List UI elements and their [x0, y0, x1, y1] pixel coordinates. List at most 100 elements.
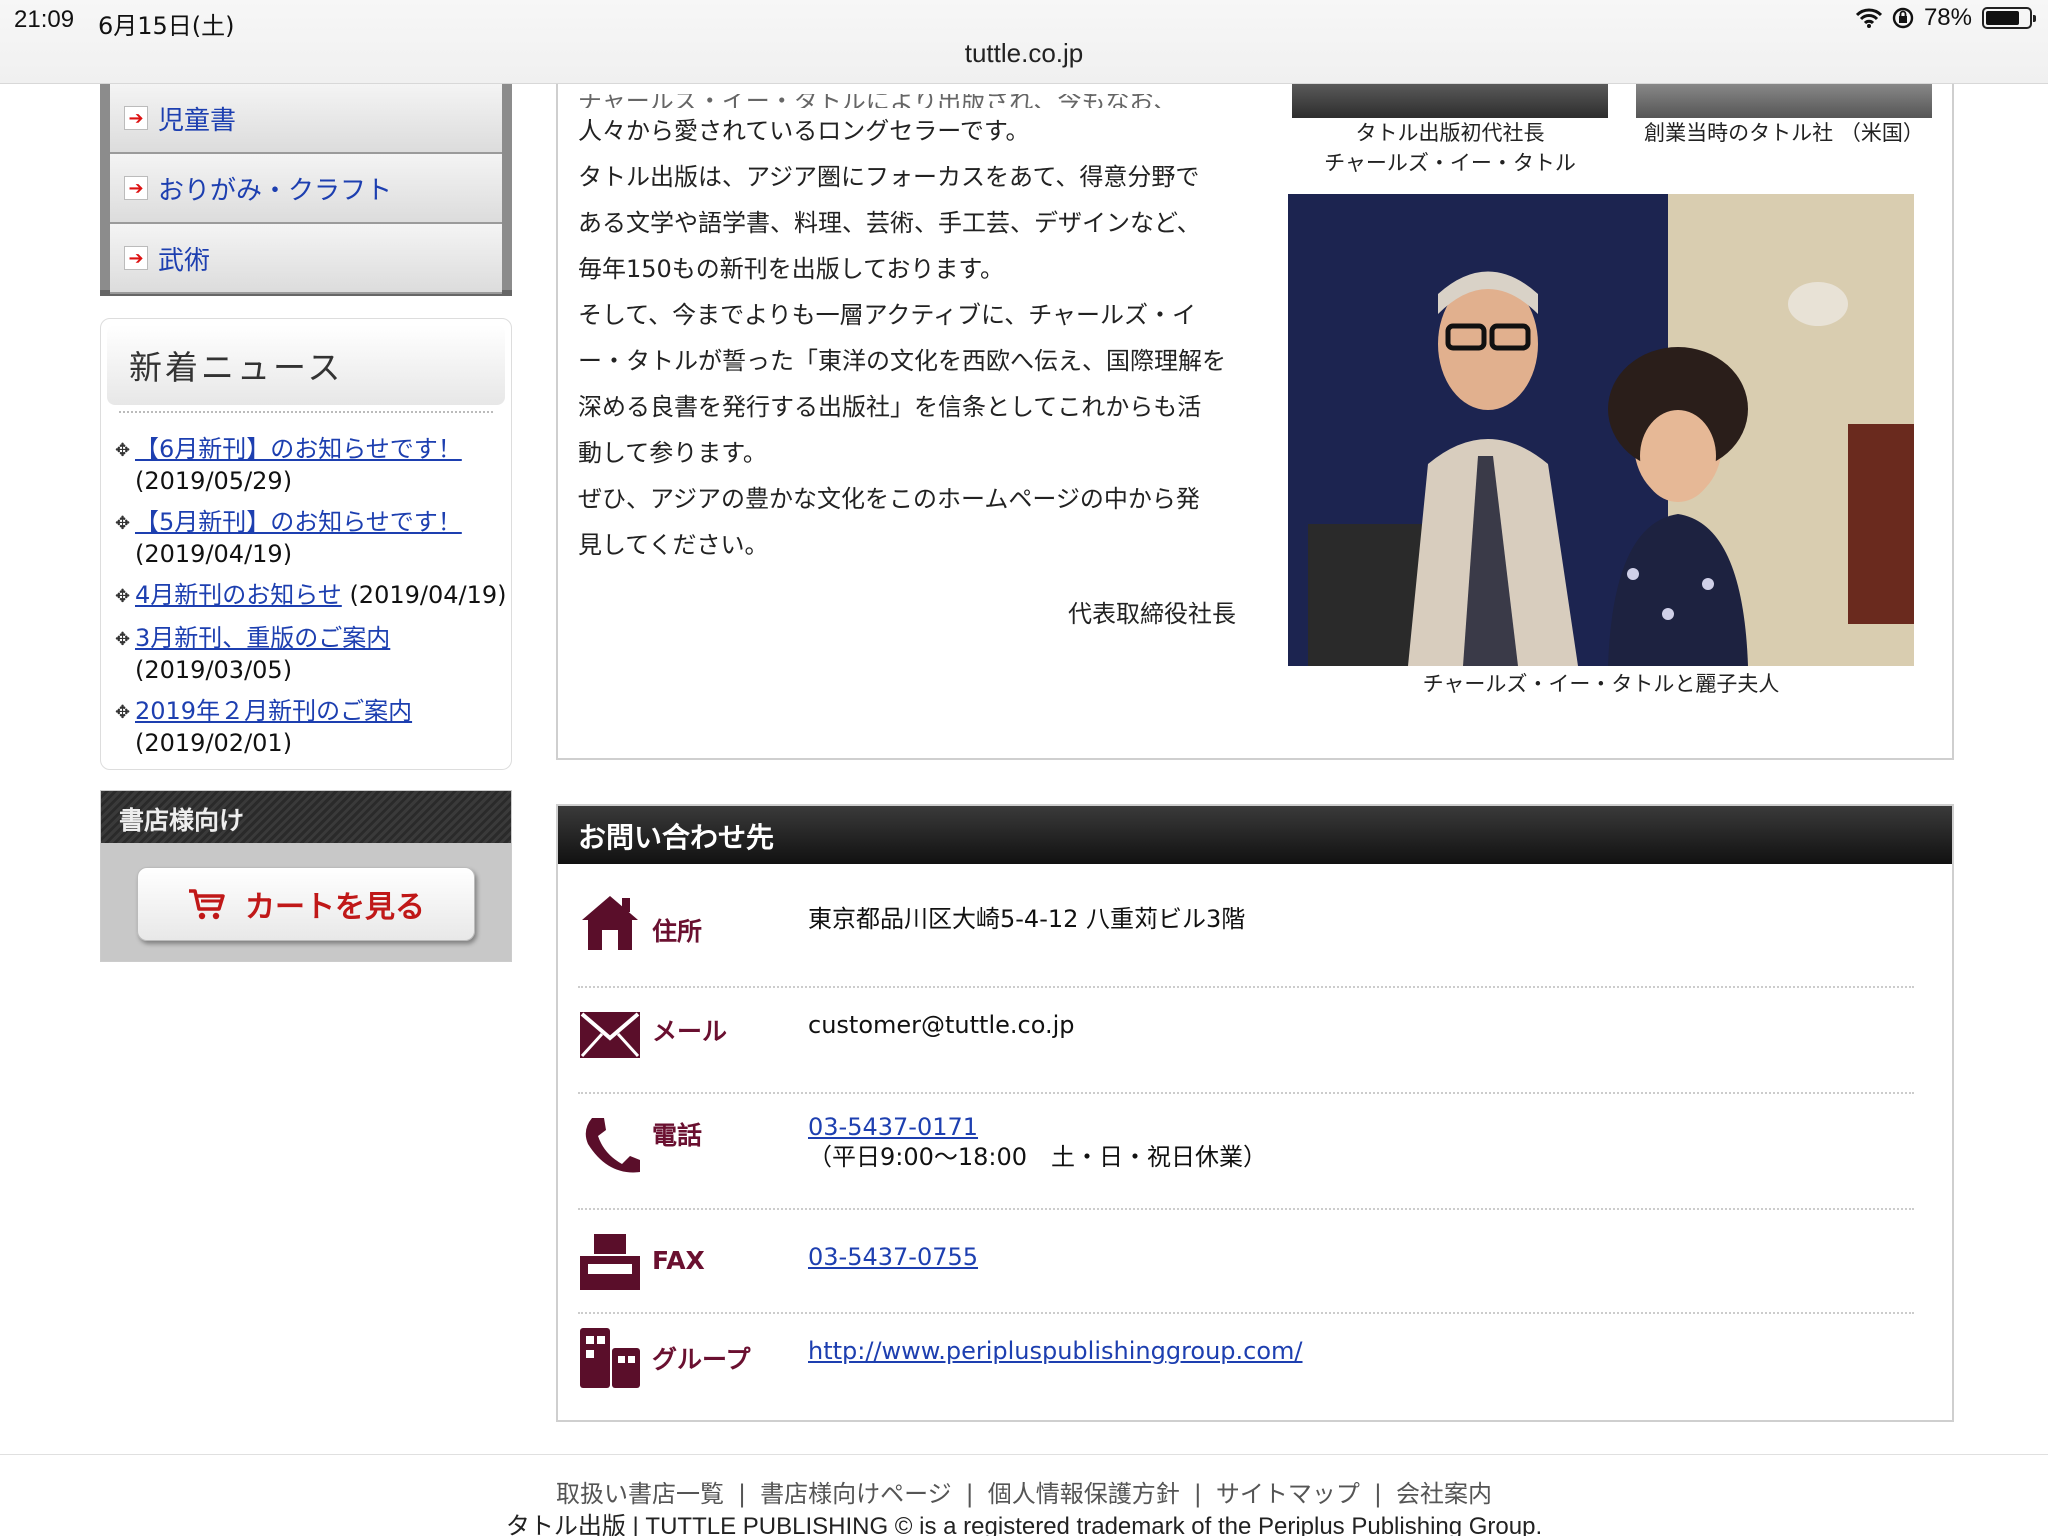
- news-link[interactable]: 4月新刊のお知らせ: [135, 581, 342, 609]
- news-item: ✥ 【6月新刊】のお知らせです！ (2019/05/29): [115, 433, 507, 497]
- arrow-right-icon: ➔: [124, 176, 148, 200]
- photo-caption-founder: タトル出版初代社長 チャールズ・イー・タトル: [1292, 118, 1608, 178]
- footer-copyright: タトル出版 | TUTTLE PUBLISHING © is a registe…: [505, 1513, 1543, 1536]
- menu-item-origami-craft[interactable]: ➔ おりがみ・クラフト: [110, 154, 502, 224]
- view-cart-label: カートを見る: [245, 890, 425, 925]
- bullet-icon: ✥: [115, 440, 131, 461]
- message-line: ある文学や語学書、料理、芸術、手工芸、デザインなど、: [578, 209, 1201, 237]
- contact-label: 電話: [652, 1121, 703, 1150]
- battery-percent: 78%: [1923, 4, 1972, 31]
- contact-label: 住所: [652, 917, 703, 946]
- house-icon: [582, 896, 638, 950]
- bullet-icon: ✥: [115, 586, 131, 607]
- status-right: 78%: [1855, 4, 2036, 32]
- message-panel: チャールズ・イー・タトルにより出版され、今もなお、 人々から愛されているロングセ…: [556, 84, 1954, 760]
- news-link[interactable]: 2019年２月新刊のご案内: [135, 697, 412, 725]
- bullet-icon: ✥: [115, 513, 131, 534]
- bookstore-title: 書店様向け: [101, 791, 511, 843]
- bullet-icon: ✥: [115, 702, 131, 723]
- footer-link-sitemap[interactable]: サイトマップ: [1216, 1480, 1360, 1508]
- menu-link[interactable]: 武術: [158, 240, 210, 277]
- contact-panel: お問い合わせ先 住所 東京都品川区大崎5-4-12 八重苅ビル3階 メール cu…: [556, 804, 1954, 1422]
- url-bar[interactable]: tuttle.co.jp: [0, 38, 2048, 69]
- bullet-icon: ✥: [115, 629, 131, 650]
- cart-icon: [189, 889, 225, 920]
- footer-sep: |: [1193, 1480, 1202, 1508]
- message-line: ぜひ、アジアの豊かな文化をこのホームページの中から発: [578, 485, 1200, 513]
- caption-line: タトル出版初代社長: [1355, 121, 1545, 145]
- status-date: 6月15日(土): [98, 12, 235, 40]
- footer-link-company[interactable]: 会社案内: [1396, 1480, 1492, 1508]
- caption-line: チャールズ・イー・タトル: [1324, 151, 1576, 175]
- news-list: ✥ 【6月新刊】のお知らせです！ (2019/05/29) ✥ 【5月新刊】のお知…: [101, 413, 511, 759]
- battery-icon: [1982, 7, 2036, 29]
- news-item: ✥ 2019年２月新刊のご案内 (2019/02/01): [115, 695, 507, 759]
- contact-value[interactable]: customer@tuttle.co.jp: [808, 1010, 1075, 1040]
- news-date: (2019/05/29): [135, 467, 293, 495]
- status-bar: 21:09 6月15日(土) 78% tuttle.co.jp: [0, 0, 2048, 84]
- arrow-right-icon: ➔: [124, 246, 148, 270]
- news-date: (2019/04/19): [349, 581, 507, 609]
- battery-fill: [1986, 11, 2019, 25]
- contact-row-fax: FAX 03-5437-0755: [578, 1210, 1914, 1314]
- signature: 代表取締役社長: [1068, 600, 1236, 628]
- wifi-icon: [1855, 8, 1882, 28]
- contact-label: グループ: [652, 1345, 751, 1374]
- contact-row-mail: メール customer@tuttle.co.jp: [578, 988, 1914, 1094]
- news-link[interactable]: 【6月新刊】のお知らせです！: [135, 435, 462, 463]
- fax-icon: [580, 1234, 640, 1290]
- contact-label: FAX: [652, 1246, 705, 1275]
- message-line: 人々から愛されているロングセラーです。: [578, 117, 1030, 145]
- status-time: 21:09: [14, 6, 75, 33]
- menu-item-martial-arts[interactable]: ➔ 武術: [110, 224, 502, 294]
- contact-row-group: グループ http://www.periplus​publishinggroup…: [578, 1314, 1914, 1414]
- footer-sep: |: [965, 1480, 974, 1508]
- bookstore-panel: 書店様向け カートを見る: [100, 790, 512, 962]
- contact-value: 東京都品川区大崎5-4-12 八重苅ビル3階: [808, 905, 1246, 933]
- footer-link-privacy[interactable]: 個人情報保護方針: [988, 1480, 1180, 1508]
- message-text: チャールズ・イー・タトルにより出版され、今もなお、 人々から愛されているロングセ…: [578, 94, 1258, 568]
- fax-link[interactable]: 03-5437-0755: [808, 1242, 978, 1272]
- photo-caption-office: 創業当時のタトル社 （米国）: [1644, 121, 1924, 145]
- photo-illustration: [1288, 194, 1914, 666]
- arrow-right-icon: ➔: [124, 106, 148, 130]
- category-menu: ➔ 児童書 ➔ おりがみ・クラフト ➔ 武術: [100, 84, 512, 296]
- news-date: (2019/02/01): [135, 729, 293, 757]
- message-line: そして、今までよりも一層アクティブに、チャールズ・イ: [578, 301, 1196, 329]
- envelope-icon: [580, 1012, 640, 1058]
- contact-title: お問い合わせ先: [558, 806, 1952, 864]
- footer-links: 取扱い書店一覧 | 書店様向けページ | 個人情報保護方針 | サイトマップ | 会社案内: [0, 1474, 2048, 1509]
- message-line: 見してください。: [578, 531, 769, 559]
- news-date: (2019/03/05): [135, 656, 293, 684]
- news-item: ✥ 4月新刊のお知らせ (2019/04/19): [115, 579, 507, 613]
- contact-row-phone: 電話 03-5437-0171 （平日9:00〜18:00 土・日・祝日休業）: [578, 1094, 1914, 1210]
- contact-row-address: 住所 東京都品川区大崎5-4-12 八重苅ビル3階: [578, 882, 1914, 988]
- phone-icon: [585, 1118, 640, 1173]
- footer-link-bookstore[interactable]: 書店様向けページ: [760, 1480, 952, 1508]
- menu-link[interactable]: 児童書: [158, 100, 236, 137]
- contact-label: メール: [652, 1017, 728, 1046]
- group-link[interactable]: http://www.periplus​publishinggroup.com/: [808, 1336, 1303, 1366]
- message-line: 毎年150もの新刊を出版しております。: [578, 255, 1004, 283]
- photo-early-office: [1636, 84, 1932, 118]
- footer-sep: |: [1373, 1480, 1382, 1508]
- buildings-icon: [580, 1328, 640, 1388]
- message-line: タトル出版は、アジア圏にフォーカスをあて、得意分野で: [578, 163, 1200, 191]
- orientation-lock-icon: [1892, 7, 1914, 29]
- news-link[interactable]: 3月新刊、重版のご案内: [135, 624, 390, 652]
- news-title: 新着ニュース: [107, 325, 505, 405]
- menu-item-childrens-books[interactable]: ➔ 児童書: [110, 84, 502, 154]
- view-cart-button[interactable]: カートを見る: [137, 867, 475, 941]
- news-date: (2019/04/19): [135, 540, 293, 568]
- news-item: ✥ 3月新刊、重版のご案内 (2019/03/05): [115, 622, 507, 686]
- message-line: ー・タトルが誓った「東洋の文化を西欧へ伝え、国際理解を: [578, 347, 1226, 375]
- phone-link[interactable]: 03-5437-0171: [808, 1113, 978, 1141]
- message-line: 動して参ります。: [578, 439, 767, 467]
- footer-sep: |: [738, 1480, 747, 1508]
- phone-hours: （平日9:00〜18:00 土・日・祝日休業）: [808, 1143, 1268, 1171]
- footer-link-stores[interactable]: 取扱い書店一覧: [556, 1480, 724, 1508]
- message-cut-line: チャールズ・イー・タトルにより出版され、今もなお、: [578, 94, 1178, 108]
- news-link[interactable]: 【5月新刊】のお知らせです！: [135, 508, 462, 536]
- contact-value-phone: 03-5437-0171 （平日9:00〜18:00 土・日・祝日休業）: [808, 1112, 1267, 1172]
- menu-link[interactable]: おりがみ・クラフト: [158, 170, 392, 207]
